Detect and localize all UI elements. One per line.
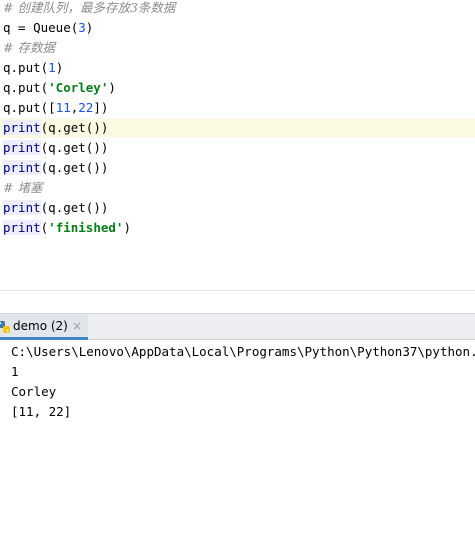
code-line-5[interactable]: q.put('Corley'): [0, 78, 475, 98]
code-line-3[interactable]: # 存数据: [0, 38, 475, 58]
code-line-9[interactable]: print(q.get()): [0, 158, 475, 178]
console-line-1: C:\Users\Lenovo\AppData\Local\Programs\P…: [11, 344, 475, 359]
console-line-4: [11, 22]: [11, 404, 72, 419]
code-line-10[interactable]: # 堵塞: [0, 178, 475, 198]
code-editor[interactable]: # 创建队列，最多存放3条数据 q = Queue(3) # 存数据 q.put…: [0, 0, 475, 290]
panel-gap: [0, 291, 475, 313]
console-line-3: Corley: [11, 384, 57, 399]
code-line-11[interactable]: print(q.get()): [0, 198, 475, 218]
code-line-1[interactable]: # 创建队列，最多存放3条数据: [0, 0, 475, 18]
close-icon[interactable]: ×: [72, 319, 82, 333]
console-line-2: 1: [11, 364, 19, 379]
code-line-8[interactable]: print(q.get()): [0, 138, 475, 158]
run-tab-label: demo (2): [13, 319, 68, 333]
code-line-12[interactable]: print('finished'): [0, 218, 475, 238]
python-icon: [0, 321, 10, 333]
code-line-6[interactable]: q.put([11,22]): [0, 98, 475, 118]
code-line-2[interactable]: q = Queue(3): [0, 18, 475, 38]
code-line-7-current[interactable]: print(q.get()): [0, 118, 475, 138]
code-line-4[interactable]: q.put(1): [0, 58, 475, 78]
run-tool-window-tabbar: demo (2) ×: [0, 313, 475, 340]
run-tab-demo[interactable]: demo (2) ×: [0, 314, 88, 340]
run-console-output[interactable]: C:\Users\Lenovo\AppData\Local\Programs\P…: [0, 340, 475, 545]
